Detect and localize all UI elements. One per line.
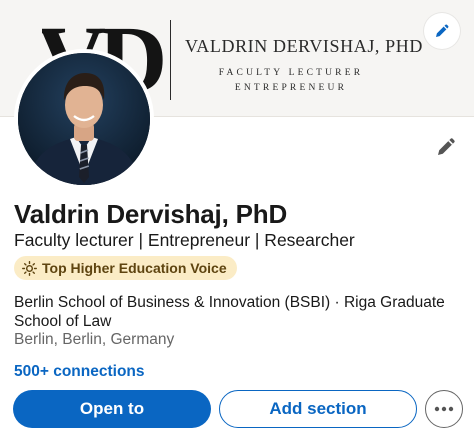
edit-profile-button[interactable]: [432, 133, 460, 161]
add-section-button[interactable]: Add section: [219, 390, 417, 428]
ellipsis-icon: [434, 406, 454, 412]
profile-headline: Faculty lecturer | Entrepreneur | Resear…: [14, 230, 355, 250]
connections-link[interactable]: 500+ connections: [14, 363, 145, 381]
pencil-icon: [438, 138, 455, 155]
profile-name: Valdrin Dervishaj, PhD: [14, 199, 288, 229]
edit-banner-button[interactable]: [424, 13, 460, 49]
banner-subtitle: FACULTY LECTURER ENTREPRENEUR: [188, 66, 394, 96]
more-actions-button[interactable]: [425, 390, 463, 428]
education-line[interactable]: Berlin School of Business & Innovation (…: [14, 293, 464, 331]
avatar: [18, 53, 150, 185]
profile-location: Berlin, Berlin, Germany: [14, 331, 175, 348]
banner-divider: [170, 20, 171, 100]
open-to-button[interactable]: Open to: [13, 390, 211, 428]
profile-photo[interactable]: [14, 49, 154, 189]
sun-icon: [22, 260, 37, 276]
pencil-icon: [436, 24, 449, 37]
banner-name: VALDRIN DERVISHAJ, PHD: [185, 36, 423, 56]
banner-subtitle-line2: ENTREPRENEUR: [234, 83, 348, 93]
voice-badge[interactable]: Top Higher Education Voice: [14, 256, 237, 280]
voice-badge-label: Top Higher Education Voice: [42, 260, 227, 276]
banner-subtitle-line1: FACULTY LECTURER: [218, 68, 364, 78]
